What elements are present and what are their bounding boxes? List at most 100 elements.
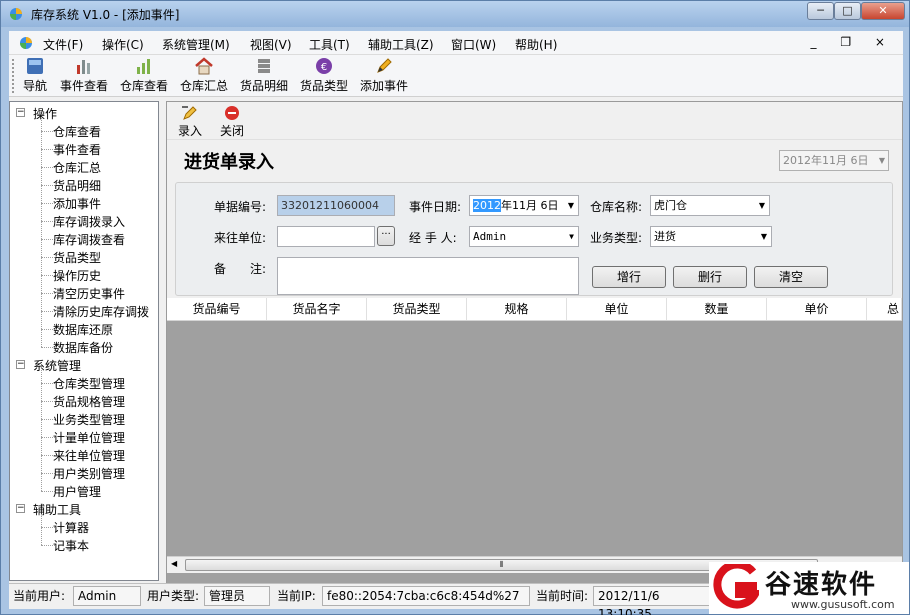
biz-type-label: 业务类型: <box>590 231 643 245</box>
clear-button[interactable]: 清空 <box>754 266 828 288</box>
tree-collapse-icon[interactable]: − <box>16 504 25 513</box>
app-window: 库存系统 V1.0 - [添加事件] ─ □ ✕ 文件(F) 操作(C) 系统管… <box>0 0 910 615</box>
column-header[interactable]: 货品编号 <box>167 298 267 320</box>
tree-item[interactable]: 库存调拨查看 <box>53 231 125 248</box>
tree-connector <box>41 370 42 491</box>
coin-icon: € <box>316 58 332 74</box>
user-label: 当前用户: <box>13 589 66 603</box>
tree-item[interactable]: 用户管理 <box>53 483 101 500</box>
toolbar-goods-detail-button[interactable]: 货品明细 <box>238 57 290 95</box>
partner-browse-button[interactable]: ··· <box>377 226 395 246</box>
tree-item[interactable]: 货品规格管理 <box>53 393 125 410</box>
entry-form: 单据编号: 33201211060004 事件日期: 2012年11月 6日 ▼… <box>175 182 893 296</box>
note-label: 备 注: <box>214 262 267 276</box>
time-value: 2012/11/6 13:10:35 <box>593 586 717 615</box>
header-date-picker[interactable]: 2012年11月 6日 ▼ <box>779 150 889 171</box>
partner-input[interactable] <box>277 226 375 247</box>
tree-item[interactable]: 仓库类型管理 <box>53 375 125 392</box>
menu-file[interactable]: 文件(F) <box>43 36 83 53</box>
maximize-button[interactable]: □ <box>834 2 861 20</box>
tree-item[interactable]: 仓库查看 <box>53 123 101 140</box>
toolbar-label: 货品明细 <box>239 79 288 93</box>
brand-logo-icon <box>713 564 759 609</box>
menu-help[interactable]: 帮助(H) <box>515 36 557 53</box>
tree-connector <box>41 514 42 545</box>
warehouse-select[interactable]: 虎门仓 ▼ <box>650 195 770 216</box>
toolbar-warehouse-view-button[interactable]: 仓库查看 <box>118 57 170 95</box>
tree-collapse-icon[interactable]: − <box>16 108 25 117</box>
scroll-left-icon[interactable]: ◀ <box>171 559 177 568</box>
tree-item[interactable]: 清除历史库存调拨 <box>53 303 149 320</box>
tree-item[interactable]: 货品类型 <box>53 249 101 266</box>
event-date-rest: 年11月 6日 <box>501 199 559 212</box>
tree-item[interactable]: 来往单位管理 <box>53 447 125 464</box>
tree-item[interactable]: 计算器 <box>53 519 89 536</box>
column-header[interactable]: 总 <box>867 298 902 320</box>
tree-item[interactable]: 用户类别管理 <box>53 465 125 482</box>
toolbar-add-event-button[interactable]: 添加事件 <box>358 57 410 95</box>
delete-row-button[interactable]: 删行 <box>673 266 747 288</box>
page-title: 进货单录入 <box>184 152 274 173</box>
title-bar[interactable]: 库存系统 V1.0 - [添加事件] ─ □ ✕ <box>1 1 909 27</box>
biz-type-select[interactable]: 进货 ▼ <box>650 226 772 247</box>
tree-connector <box>41 118 42 347</box>
tree-item[interactable]: 货品明细 <box>53 177 101 194</box>
column-header[interactable]: 单位 <box>567 298 667 320</box>
time-label: 当前时间: <box>536 589 589 603</box>
mdi-window-controls[interactable]: _ ❐ × <box>811 35 895 49</box>
toolbar-goods-type-button[interactable]: € 货品类型 <box>298 57 350 95</box>
tree-item[interactable]: 清空历史事件 <box>53 285 125 302</box>
menu-system[interactable]: 系统管理(M) <box>162 36 230 53</box>
tree-item[interactable]: 仓库汇总 <box>53 159 101 176</box>
doc-no-field[interactable]: 33201211060004 <box>277 195 395 216</box>
tree-item[interactable]: 操作历史 <box>53 267 101 284</box>
grid-header: 货品编号 货品名字 货品类型 规格 单位 数量 单价 总 <box>167 298 902 321</box>
toolbar-warehouse-summary-button[interactable]: 仓库汇总 <box>178 57 230 95</box>
biz-type-value: 进货 <box>654 230 676 243</box>
svg-text:€: € <box>321 62 327 73</box>
tree-group[interactable]: 操作 <box>33 105 57 122</box>
bar-chart-icon <box>77 60 90 74</box>
toolbar-nav-button[interactable]: 导航 <box>21 57 49 95</box>
tree-item[interactable]: 添加事件 <box>53 195 101 212</box>
close-label: 关闭 <box>219 124 244 138</box>
tree-item[interactable]: 计量单位管理 <box>53 429 125 446</box>
tree-item[interactable]: 数据库备份 <box>53 339 113 356</box>
close-window-button[interactable]: ✕ <box>861 2 905 20</box>
navigation-tree: − 操作 仓库查看 事件查看 仓库汇总 货品明细 添加事件 库存调拨录入 库存调拨查看 货品类型操… <box>9 101 159 581</box>
toolbar-label: 导航 <box>22 79 47 93</box>
event-date-picker[interactable]: 2012年11月 6日 ▼ <box>469 195 579 216</box>
column-header[interactable]: 规格 <box>467 298 567 320</box>
toolbar-event-view-button[interactable]: 事件查看 <box>58 57 110 95</box>
goods-grid[interactable]: 货品编号 货品名字 货品类型 规格 单位 数量 单价 总 ◀ ⦀ <box>167 298 902 590</box>
menu-view[interactable]: 视图(V) <box>250 36 292 53</box>
enter-button[interactable]: 录入 <box>177 105 203 139</box>
tree-item[interactable]: 数据库还原 <box>53 321 113 338</box>
chevron-down-icon: ▼ <box>569 232 574 241</box>
ip-value: fe80::2054:7cba:c6c8:454d%27 <box>322 586 530 606</box>
column-header[interactable]: 单价 <box>767 298 867 320</box>
close-form-button[interactable]: 关闭 <box>219 105 245 139</box>
column-header[interactable]: 货品类型 <box>367 298 467 320</box>
column-header[interactable]: 数量 <box>667 298 767 320</box>
handler-value: Admin <box>473 230 507 243</box>
menu-operate[interactable]: 操作(C) <box>102 36 144 53</box>
menu-aux-tools[interactable]: 辅助工具(Z) <box>368 36 434 53</box>
menu-tools[interactable]: 工具(T) <box>309 36 350 53</box>
toolbar-grip[interactable] <box>12 59 16 93</box>
minimize-button[interactable]: ─ <box>807 2 834 20</box>
note-textarea[interactable] <box>277 257 579 295</box>
tree-item[interactable]: 事件查看 <box>53 141 101 158</box>
tree-item[interactable]: 业务类型管理 <box>53 411 125 428</box>
chevron-down-icon: ▼ <box>760 232 767 241</box>
tree-item[interactable]: 库存调拨录入 <box>53 213 125 230</box>
tree-item[interactable]: 记事本 <box>53 537 89 554</box>
mdi-child-icon[interactable] <box>19 36 33 50</box>
menu-window[interactable]: 窗口(W) <box>451 36 496 53</box>
add-row-button[interactable]: 增行 <box>592 266 666 288</box>
column-header[interactable]: 货品名字 <box>267 298 367 320</box>
warehouse-label: 仓库名称: <box>590 200 643 214</box>
event-date-label: 事件日期: <box>409 200 462 214</box>
tree-collapse-icon[interactable]: − <box>16 360 25 369</box>
handler-select[interactable]: Admin ▼ <box>469 226 579 247</box>
